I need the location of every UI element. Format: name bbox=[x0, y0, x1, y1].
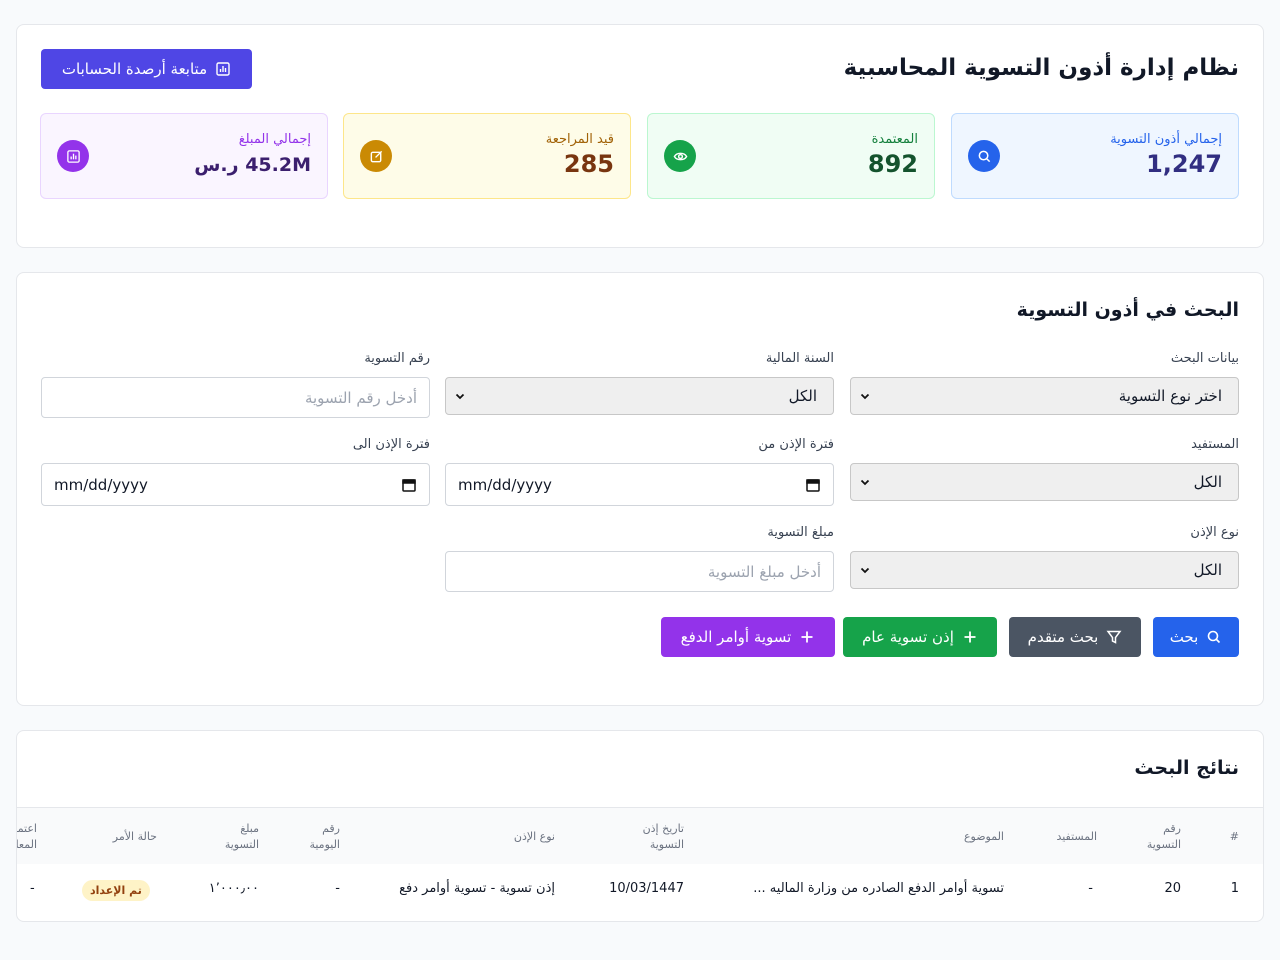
eye-icon bbox=[664, 140, 696, 172]
plus-icon bbox=[964, 631, 976, 643]
cell-approval: - bbox=[30, 881, 35, 896]
stat-value: 45.2M ر.س bbox=[194, 154, 311, 176]
calendar-icon[interactable] bbox=[401, 477, 417, 493]
stat-card-under-review: قيد المراجعة 285 bbox=[343, 113, 631, 199]
account-balances-button[interactable]: متابعة أرصدة الحسابات bbox=[41, 49, 252, 89]
chevron-down-icon bbox=[860, 393, 870, 400]
column-header-number: رقم التسوية bbox=[1146, 821, 1181, 851]
bar-chart-icon bbox=[216, 62, 230, 76]
stat-label: إجمالي أذون التسوية bbox=[1110, 132, 1222, 147]
column-header-type: نوع الإذن bbox=[513, 829, 555, 843]
stat-label: إجمالي المبلغ bbox=[238, 132, 311, 147]
cell-date: 10/03/1447 bbox=[609, 881, 684, 896]
edit-icon bbox=[360, 140, 392, 172]
search-icon bbox=[1207, 630, 1221, 644]
dashboard-header-card: نظام إدارة أذون التسوية المحاسبية متابعة… bbox=[16, 24, 1264, 248]
search-button[interactable]: بحث bbox=[1153, 617, 1239, 657]
stat-value: 285 bbox=[563, 150, 614, 178]
chevron-down-icon bbox=[455, 393, 465, 400]
period-to-value: mm/dd/yyyy bbox=[54, 475, 148, 494]
stat-label: المعتمدة bbox=[871, 132, 918, 147]
settlement-number-label: رقم التسوية bbox=[364, 351, 430, 366]
stat-label: قيد المراجعة bbox=[545, 132, 614, 147]
stat-value: 1,247 bbox=[1146, 150, 1222, 178]
cell-subject: تسوية أوامر الدفع الصادره من وزارة المال… bbox=[753, 881, 1004, 896]
search-data-label: بيانات البحث bbox=[1170, 351, 1239, 366]
chart-icon bbox=[57, 140, 89, 172]
stat-card-total-amount: إجمالي المبلغ 45.2M ر.س bbox=[40, 113, 328, 199]
beneficiary-value: الكل bbox=[1193, 473, 1222, 491]
search-card: البحث في أذون التسوية بيانات البحث اختر … bbox=[16, 272, 1264, 706]
chevron-down-icon bbox=[860, 567, 870, 574]
beneficiary-select[interactable]: الكل bbox=[850, 463, 1239, 501]
period-to-label: فترة الإذن الى bbox=[352, 437, 430, 452]
general-settlement-label: إذن تسوية عام bbox=[862, 628, 954, 646]
column-header-date: تاريخ إذن التسوية bbox=[642, 821, 684, 851]
permit-type-value: الكل bbox=[1193, 561, 1222, 579]
results-section-title: نتائج البحث bbox=[1134, 757, 1239, 779]
account-balances-label: متابعة أرصدة الحسابات bbox=[61, 60, 208, 78]
column-header-beneficiary: المستفيد bbox=[1056, 829, 1097, 843]
stat-card-total-permits: إجمالي أذون التسوية 1,247 bbox=[951, 113, 1239, 199]
cell-amount: ١٬٠٠٠٫٠٠ bbox=[208, 881, 259, 896]
permit-type-select[interactable]: الكل bbox=[850, 551, 1239, 589]
cell-type: إذن تسوية - تسوية أوامر دفع bbox=[399, 881, 555, 896]
general-settlement-permit-button[interactable]: إذن تسوية عام bbox=[843, 617, 997, 657]
payment-orders-settlement-button[interactable]: تسوية أوامر الدفع bbox=[661, 617, 835, 657]
advanced-search-label: بحث متقدم bbox=[1027, 628, 1099, 646]
column-header-subject: الموضوع bbox=[963, 829, 1004, 843]
column-header-index: # bbox=[1229, 829, 1239, 843]
advanced-search-button[interactable]: بحث متقدم bbox=[1009, 617, 1141, 657]
search-icon bbox=[968, 140, 1000, 172]
period-from-value: mm/dd/yyyy bbox=[458, 475, 552, 494]
column-header-journal: رقم اليومية bbox=[309, 821, 340, 851]
cell-journal: - bbox=[335, 881, 340, 896]
chevron-down-icon bbox=[860, 479, 870, 486]
settlement-amount-label: مبلغ التسوية bbox=[767, 525, 834, 540]
fiscal-year-select[interactable]: الكل bbox=[445, 377, 834, 415]
column-header-amount: مبلغ التسوية bbox=[224, 821, 259, 851]
beneficiary-label: المستفيد bbox=[1191, 437, 1239, 452]
plus-icon bbox=[801, 631, 813, 643]
payment-orders-label: تسوية أوامر الدفع bbox=[680, 628, 792, 646]
search-section-title: البحث في أذون التسوية bbox=[1016, 299, 1239, 321]
calendar-icon[interactable] bbox=[805, 477, 821, 493]
cell-beneficiary: - bbox=[1088, 881, 1093, 896]
cell-number: 20 bbox=[1164, 881, 1181, 896]
column-header-status: حالة الأمر bbox=[112, 829, 157, 843]
cell-index: 1 bbox=[1230, 881, 1239, 896]
settlement-number-placeholder: أدخل رقم التسوية bbox=[304, 388, 417, 407]
results-table-header: # رقم التسوية المستفيد الموضوع تاريخ إذن… bbox=[17, 807, 1263, 864]
fiscal-year-label: السنة المالية bbox=[765, 351, 834, 366]
stat-card-approved: المعتمدة 892 bbox=[647, 113, 935, 199]
settlement-type-value: اختر نوع التسوية bbox=[1118, 387, 1222, 405]
column-header-approval: اعتماد المعاملة bbox=[17, 821, 37, 851]
period-to-date-input[interactable]: mm/dd/yyyy bbox=[41, 463, 430, 506]
results-card: نتائج البحث # رقم التسوية المستفيد الموض… bbox=[16, 730, 1264, 922]
page-title: نظام إدارة أذون التسوية المحاسبية bbox=[843, 55, 1239, 81]
settlement-amount-input[interactable]: أدخل مبلغ التسوية bbox=[445, 551, 834, 592]
period-from-label: فترة الإذن من bbox=[758, 437, 834, 452]
settlement-amount-placeholder: أدخل مبلغ التسوية bbox=[707, 562, 821, 581]
filter-icon bbox=[1106, 630, 1122, 644]
period-from-date-input[interactable]: mm/dd/yyyy bbox=[445, 463, 834, 506]
stat-value: 892 bbox=[867, 150, 918, 178]
status-badge: تم الإعداد bbox=[82, 880, 150, 901]
permit-type-label: نوع الإذن bbox=[1190, 525, 1239, 540]
fiscal-year-value: الكل bbox=[788, 387, 817, 405]
settlement-type-select[interactable]: اختر نوع التسوية bbox=[850, 377, 1239, 415]
settlement-number-input[interactable]: أدخل رقم التسوية bbox=[41, 377, 430, 418]
search-button-label: بحث bbox=[1169, 628, 1199, 646]
